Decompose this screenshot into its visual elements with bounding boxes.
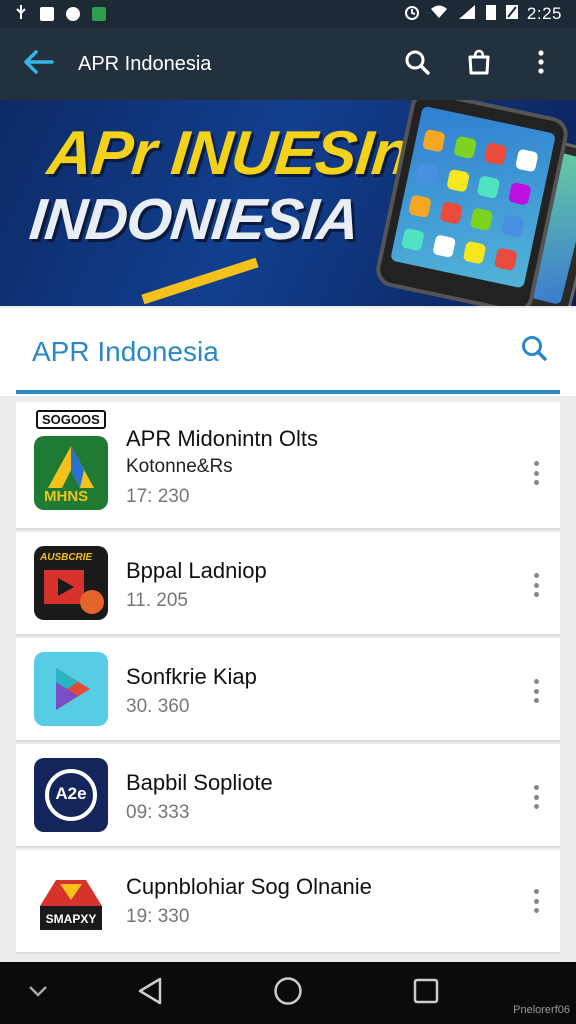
app-meta: 19: 330 — [126, 906, 190, 927]
search-button[interactable] — [400, 47, 434, 81]
shopping-bag-button[interactable] — [462, 47, 496, 81]
nav-hide-keyboard-button[interactable] — [22, 973, 54, 1013]
item-overflow-button[interactable] — [526, 458, 546, 488]
envelope-logo-icon: SMAPXY — [34, 866, 108, 940]
promo-banner[interactable]: APr INUESInA INDONIESIA — [0, 100, 576, 306]
app-icon-label: A2e — [55, 784, 87, 803]
list-item[interactable]: A2e Bapbil Sopliote 09: 333 — [16, 744, 560, 848]
app-subtitle: Kotonne&Rs — [126, 456, 233, 477]
item-overflow-button[interactable] — [526, 886, 546, 916]
alarm-icon — [403, 3, 421, 25]
item-overflow-button[interactable] — [526, 676, 546, 706]
wifi-icon — [429, 4, 449, 24]
nav-home-button[interactable] — [270, 973, 306, 1013]
section-search-button[interactable] — [514, 330, 554, 370]
battery-icon — [485, 3, 497, 25]
usb-icon — [14, 4, 28, 24]
shopping-bag-icon — [467, 49, 491, 80]
app-icon-label: AUSBCRIE — [40, 552, 93, 563]
app-title: Cupnblohiar Sog Olnanie — [126, 874, 372, 899]
banner-subheadline: INDONIESIA — [26, 187, 362, 252]
app-meta: 17: 230 — [126, 486, 190, 507]
app-meta: 09: 333 — [126, 802, 190, 823]
play-store-icon — [34, 652, 108, 726]
item-overflow-button[interactable] — [526, 782, 546, 812]
watermark: Pnelorerf06 — [513, 1004, 570, 1016]
badge-logo-icon: A2e — [34, 758, 108, 832]
app-list: SOGOOS MHNS APR Midonintn Olts Kotonne&R… — [16, 402, 560, 956]
app-title: Bapbil Sopliote — [126, 770, 273, 795]
app-meta: 11. 205 — [126, 590, 188, 611]
list-item[interactable]: AUSBCRIE Bppal Ladniop 11. 205 — [16, 532, 560, 636]
banner-streak — [141, 257, 259, 305]
signal-icon — [457, 4, 477, 24]
system-nav-bar: Pnelorerf06 — [0, 962, 576, 1024]
nav-recents-button[interactable] — [408, 973, 444, 1013]
app-bar: APR Indonesia — [0, 28, 576, 100]
page-title: APR Indonesia — [78, 52, 212, 75]
gallery-icon — [40, 7, 54, 21]
section-divider — [16, 390, 560, 394]
clock: 2:25 — [526, 4, 562, 23]
search-icon — [520, 334, 548, 367]
square-recents-icon — [413, 978, 439, 1009]
app-notification-icon — [92, 7, 106, 21]
app-meta: 30. 360 — [126, 696, 190, 717]
item-overflow-button[interactable] — [526, 570, 546, 600]
search-section: APR Indonesia — [0, 308, 576, 396]
nav-back-button[interactable] — [132, 973, 168, 1013]
status-bar: 2:25 — [0, 0, 576, 28]
triangle-back-icon — [137, 977, 163, 1010]
arrow-left-icon — [22, 48, 54, 81]
list-item[interactable]: SOGOOS MHNS APR Midonintn Olts Kotonne&R… — [16, 402, 560, 530]
back-button[interactable] — [18, 44, 58, 84]
app-icon-label: MHNS — [44, 488, 89, 505]
app-title: Sonfkrie Kiap — [126, 664, 257, 689]
chevron-down-icon — [28, 984, 48, 1002]
list-item[interactable]: Sonfkrie Kiap 30. 360 — [16, 638, 560, 742]
notification-icon — [66, 7, 80, 21]
circle-home-icon — [273, 976, 303, 1011]
overflow-menu-button[interactable] — [524, 47, 558, 81]
list-item[interactable]: SMAPXY Cupnblohiar Sog Olnanie 19: 330 — [16, 850, 560, 954]
nfc-icon — [505, 4, 519, 24]
item-tag: SOGOOS — [36, 410, 106, 429]
app-title: APR Midonintn Olts — [126, 426, 318, 451]
section-title: APR Indonesia — [32, 336, 219, 367]
more-vert-icon — [538, 49, 544, 79]
search-icon — [404, 49, 430, 80]
app-icon-label: SMAPXY — [45, 912, 97, 926]
app-title: Bppal Ladniop — [126, 558, 267, 583]
